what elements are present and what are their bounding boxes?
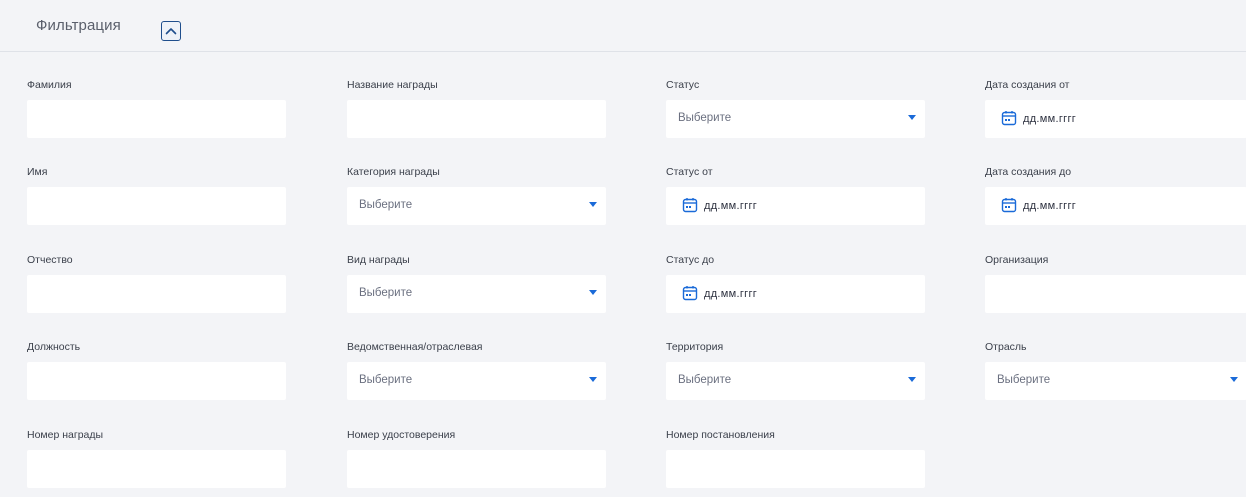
organization-input[interactable] <box>985 275 1246 313</box>
industry-select-value: Выберите <box>997 374 1051 386</box>
status-label: Статус <box>666 79 700 91</box>
status-from-date-input[interactable]: дд.мм.гггг <box>666 187 925 225</box>
dropdown-arrow-icon <box>908 115 916 120</box>
dropdown-arrow-icon <box>589 377 597 382</box>
award-type-label: Вид награды <box>347 254 410 266</box>
status-to-placeholder: дд.мм.гггг <box>704 288 758 300</box>
created-to-label: Дата создания до <box>985 166 1072 178</box>
territory-label: Территория <box>666 341 724 353</box>
dropdown-arrow-icon <box>589 202 597 207</box>
award-category-label: Категория награды <box>347 166 440 178</box>
name-input[interactable] <box>27 187 286 225</box>
status-from-label: Статус от <box>666 166 713 178</box>
status-select-value: Выберите <box>678 112 732 124</box>
dropdown-arrow-icon <box>589 290 597 295</box>
award-type-select[interactable]: Выберите <box>347 275 606 313</box>
award-name-input[interactable] <box>347 100 606 138</box>
resolution-number-label: Номер постановления <box>666 429 775 441</box>
status-to-label: Статус до <box>666 254 715 266</box>
departmental-label: Ведомственная/отраслевая <box>347 341 483 353</box>
calendar-icon <box>1001 111 1017 126</box>
award-name-label: Название награды <box>347 79 438 91</box>
patronymic-input[interactable] <box>27 275 286 313</box>
created-to-placeholder: дд.мм.гггг <box>1023 200 1077 212</box>
panel-title: Фильтрация <box>36 17 121 34</box>
position-input[interactable] <box>27 362 286 400</box>
departmental-select-value: Выберите <box>359 374 413 386</box>
award-type-select-value: Выберите <box>359 287 413 299</box>
certificate-number-input[interactable] <box>347 450 606 488</box>
created-from-label: Дата создания от <box>985 79 1070 91</box>
dropdown-arrow-icon <box>908 377 916 382</box>
departmental-select[interactable]: Выберите <box>347 362 606 400</box>
resolution-number-input[interactable] <box>666 450 925 488</box>
territory-select[interactable]: Выберите <box>666 362 925 400</box>
chevron-up-icon <box>165 28 177 35</box>
patronymic-label: Отчество <box>27 254 73 266</box>
territory-select-value: Выберите <box>678 374 732 386</box>
created-to-date-input[interactable]: дд.мм.гггг <box>985 187 1246 225</box>
award-category-select-value: Выберите <box>359 199 413 211</box>
surname-label: Фамилия <box>27 79 72 91</box>
organization-label: Организация <box>985 254 1049 266</box>
created-from-date-input[interactable]: дд.мм.гггг <box>985 100 1246 138</box>
surname-input[interactable] <box>27 100 286 138</box>
name-label: Имя <box>27 166 48 178</box>
award-number-input[interactable] <box>27 450 286 488</box>
status-to-date-input[interactable]: дд.мм.гггг <box>666 275 925 313</box>
certificate-number-label: Номер удостоверения <box>347 429 456 441</box>
dropdown-arrow-icon <box>1230 377 1238 382</box>
industry-label: Отрасль <box>985 341 1027 353</box>
calendar-icon <box>1001 198 1017 213</box>
award-category-select[interactable]: Выберите <box>347 187 606 225</box>
status-from-placeholder: дд.мм.гггг <box>704 200 758 212</box>
industry-select[interactable]: Выберите <box>985 362 1246 400</box>
calendar-icon <box>682 198 698 213</box>
created-from-placeholder: дд.мм.гггг <box>1023 113 1077 125</box>
collapse-filter-button[interactable] <box>161 21 181 41</box>
status-select[interactable]: Выберите <box>666 100 925 138</box>
filter-panel-header: Фильтрация <box>0 0 1246 52</box>
award-number-label: Номер награды <box>27 429 104 441</box>
calendar-icon <box>682 286 698 301</box>
position-label: Должность <box>27 341 81 353</box>
